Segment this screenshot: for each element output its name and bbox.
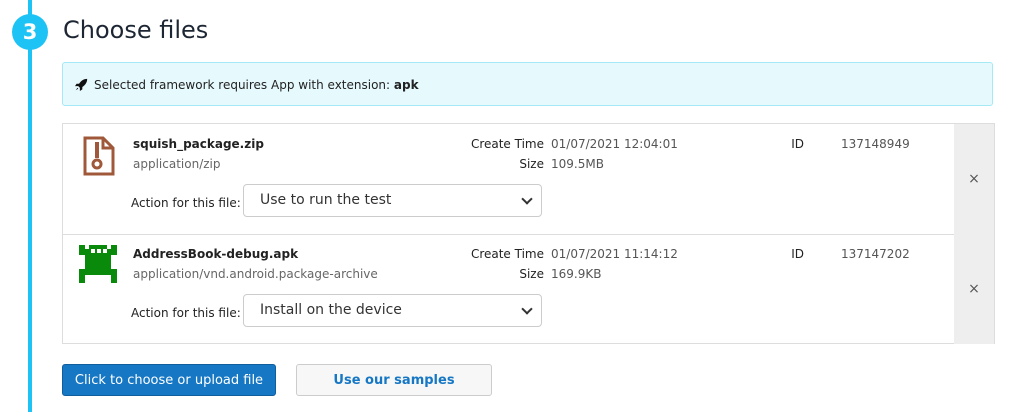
size-value: 109.5MB: [551, 157, 604, 171]
file-list: squish_package.zip application/zip Creat…: [62, 123, 995, 344]
create-time-label: Create Time: [470, 137, 544, 151]
alert-text: Selected framework requires App with ext…: [94, 78, 394, 92]
size-label: Size: [519, 157, 544, 171]
remove-file-button[interactable]: ×: [954, 234, 994, 344]
step-line: [28, 0, 32, 412]
create-time-value: 01/07/2021 11:14:12: [551, 247, 678, 261]
create-time-value: 01/07/2021 12:04:01: [551, 137, 678, 151]
id-value: 137148949: [841, 137, 910, 151]
remove-file-button[interactable]: ×: [954, 124, 994, 234]
file-mime: application/vnd.android.package-archive: [133, 267, 378, 281]
action-label: Action for this file:: [131, 306, 241, 320]
action-select[interactable]: Use to run the test: [243, 184, 542, 217]
use-samples-button[interactable]: Use our samples: [296, 364, 492, 396]
action-select[interactable]: Install on the device: [243, 294, 542, 327]
id-label: ID: [791, 137, 804, 151]
alert-extension: apk: [393, 78, 419, 92]
file-mime: application/zip: [133, 157, 221, 171]
page-title: Choose files: [63, 16, 209, 44]
zip-file-icon: [83, 136, 115, 176]
rocket-icon: [75, 78, 88, 91]
upload-file-button[interactable]: Click to choose or upload file: [62, 364, 276, 396]
android-app-icon: [79, 245, 117, 283]
file-name: squish_package.zip: [133, 137, 264, 151]
file-name: AddressBook-debug.apk: [133, 247, 299, 261]
id-label: ID: [791, 247, 804, 261]
id-value: 137147202: [841, 247, 910, 261]
step-number-badge: 3: [12, 14, 48, 50]
action-label: Action for this file:: [131, 196, 241, 210]
framework-alert: Selected framework requires App with ext…: [62, 62, 993, 106]
size-label: Size: [519, 267, 544, 281]
file-row: AddressBook-debug.apk application/vnd.an…: [63, 234, 994, 344]
size-value: 169.9KB: [551, 267, 602, 281]
file-row: squish_package.zip application/zip Creat…: [63, 124, 994, 235]
create-time-label: Create Time: [470, 247, 544, 261]
